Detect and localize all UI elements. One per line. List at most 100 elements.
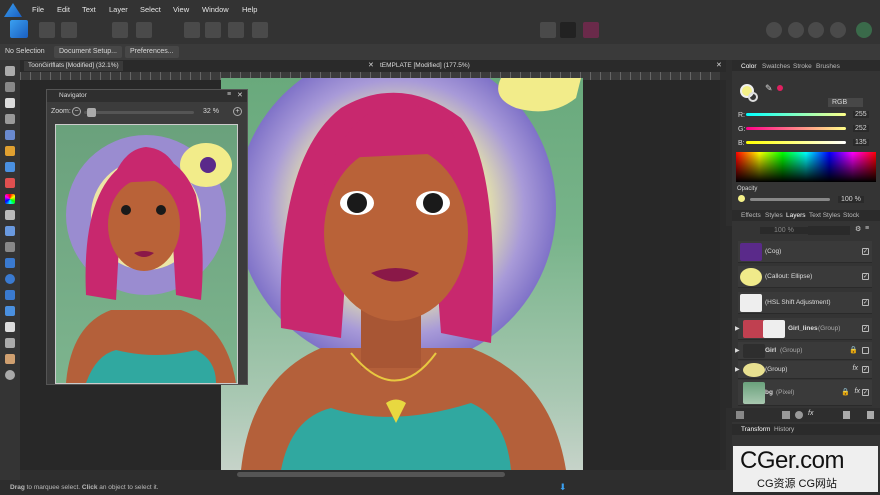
green-slider[interactable] xyxy=(746,127,846,130)
transparency-tool-icon[interactable] xyxy=(5,210,15,220)
add-layer-icon[interactable] xyxy=(843,411,850,419)
tab-text-styles[interactable]: Text Styles xyxy=(809,212,840,219)
magnet-icon[interactable] xyxy=(583,22,599,38)
blend-mode-select[interactable] xyxy=(808,226,850,235)
share-icon[interactable] xyxy=(61,22,77,38)
layer-row[interactable]: bg (Pixel) 🔒 fx ✓ xyxy=(738,380,872,406)
menu-view[interactable]: View xyxy=(173,5,189,14)
eyedropper-icon[interactable] xyxy=(5,338,15,348)
fx-icon-2[interactable]: fx xyxy=(855,388,860,395)
color-dot-icon[interactable] xyxy=(777,85,783,91)
boolean-subtract-icon[interactable] xyxy=(788,22,804,38)
navigator-preview[interactable] xyxy=(55,124,238,384)
crop-tool-icon[interactable] xyxy=(5,242,15,252)
tab-stroke[interactable]: Stroke xyxy=(793,63,812,70)
menu-window[interactable]: Window xyxy=(202,5,229,14)
artboard-tool-icon[interactable] xyxy=(5,82,15,92)
menu-edit[interactable]: Edit xyxy=(57,5,70,14)
tab-toongirlflats[interactable]: ToonGirlflats [Modified] (32.1%) xyxy=(24,61,123,71)
zoom-out-icon[interactable]: − xyxy=(72,107,81,116)
tab-layers[interactable]: Layers xyxy=(786,212,806,219)
fx-icon[interactable]: fx xyxy=(853,365,858,372)
grid-icon[interactable] xyxy=(112,22,128,38)
color-mode-select[interactable]: RGB xyxy=(828,98,864,107)
pen-tool-icon[interactable] xyxy=(5,146,15,156)
place-image-icon[interactable] xyxy=(5,226,15,236)
boolean-intersect-icon[interactable] xyxy=(808,22,824,38)
cog-tool-icon[interactable] xyxy=(5,306,15,316)
layer-stack-icon[interactable] xyxy=(736,411,744,419)
layer-row[interactable]: (Callout: Ellipse) ✓ xyxy=(738,266,872,288)
zoom-value[interactable]: 32 % xyxy=(203,108,219,115)
transform-icon[interactable] xyxy=(184,22,200,38)
layer-row[interactable]: (Cog) ✓ xyxy=(738,241,872,263)
expand-arrow-icon[interactable]: ▶ xyxy=(735,366,740,373)
artwork-document[interactable] xyxy=(221,48,583,470)
move-tool-icon[interactable] xyxy=(5,66,15,76)
pencil-tool-icon[interactable] xyxy=(5,162,15,172)
corner-tool-icon[interactable] xyxy=(5,114,15,124)
layer-menu-icon[interactable]: ≡ xyxy=(865,225,869,232)
node-tool-icon[interactable] xyxy=(5,98,15,108)
document-setup-button[interactable]: Document Setup... xyxy=(54,46,122,58)
rectangle-tool-icon[interactable] xyxy=(5,258,15,268)
boolean-add-icon[interactable] xyxy=(766,22,782,38)
menu-text[interactable]: Text xyxy=(82,5,96,14)
menu-help[interactable]: Help xyxy=(242,5,257,14)
zoom-tool-icon[interactable] xyxy=(5,370,15,380)
tab-stock[interactable]: Stock xyxy=(843,212,859,219)
tab-brushes[interactable]: Brushes xyxy=(816,63,840,70)
menu-layer[interactable]: Layer xyxy=(109,5,128,14)
expand-arrow-icon[interactable]: ▶ xyxy=(735,347,740,354)
tab-color[interactable]: Color xyxy=(741,63,757,70)
arrange-icon[interactable] xyxy=(228,22,244,38)
close-tab-icon[interactable]: ✕ xyxy=(368,61,374,69)
red-slider[interactable] xyxy=(746,113,846,116)
align-icon[interactable] xyxy=(205,22,221,38)
layer-visibility-checkbox[interactable]: ✓ xyxy=(862,366,869,373)
opacity-slider[interactable] xyxy=(750,198,830,201)
color-spectrum[interactable] xyxy=(736,152,876,182)
adjustment-icon[interactable] xyxy=(795,411,803,419)
preferences-button[interactable]: Preferences... xyxy=(125,46,179,58)
layers-scrollbar[interactable] xyxy=(726,226,732,408)
brush-tool-icon[interactable] xyxy=(5,178,15,188)
layer-row[interactable]: ▶ (Group) fx ✓ xyxy=(735,361,872,379)
layer-row[interactable]: (HSL Shift Adjustment) ✓ xyxy=(738,292,872,314)
layer-visibility-checkbox[interactable]: ✓ xyxy=(862,248,869,255)
layer-row[interactable]: ▶ Girl (Group) 🔒 xyxy=(735,342,872,360)
user-icon[interactable] xyxy=(856,22,872,38)
hand-tool-icon[interactable] xyxy=(5,354,15,364)
lock-icon-2[interactable]: 🔒 xyxy=(841,388,850,396)
menu-file[interactable]: File xyxy=(32,5,44,14)
add-icon[interactable] xyxy=(252,22,268,38)
mask-icon[interactable] xyxy=(782,411,790,419)
layer-settings-icon[interactable]: ⚙ xyxy=(855,225,861,233)
menu-select[interactable]: Select xyxy=(140,5,161,14)
blue-slider[interactable] xyxy=(746,141,846,144)
delete-layer-icon[interactable] xyxy=(867,411,874,419)
stroke-color-swatch[interactable] xyxy=(748,92,758,102)
navigator-menu-icon[interactable]: ≡ xyxy=(227,91,231,98)
snapping-icon[interactable] xyxy=(560,22,576,38)
horizontal-scrollbar[interactable] xyxy=(237,472,505,477)
layer-visibility-checkbox[interactable]: ✓ xyxy=(862,325,869,332)
eyedropper-icon-panel[interactable]: ✎ xyxy=(765,83,773,94)
zoom-slider-handle[interactable] xyxy=(87,108,96,117)
view-mode-icon[interactable] xyxy=(540,22,556,38)
tab-template[interactable]: tEMPLATE [Modified] (177.5%) xyxy=(376,61,474,71)
green-value[interactable]: 252 xyxy=(853,125,869,132)
expand-arrow-icon[interactable]: ▶ xyxy=(735,325,740,332)
ellipse-tool-icon[interactable] xyxy=(5,274,15,284)
tab-history[interactable]: History xyxy=(774,426,794,433)
tab-styles[interactable]: Styles xyxy=(765,212,783,219)
tab-effects[interactable]: Effects xyxy=(741,212,761,219)
tab-swatches[interactable]: Swatches xyxy=(762,63,790,70)
text-tool-icon[interactable] xyxy=(5,322,15,332)
point-transform-icon[interactable] xyxy=(5,130,15,140)
rounded-rect-tool-icon[interactable] xyxy=(5,290,15,300)
layer-visibility-checkbox[interactable]: ✓ xyxy=(862,273,869,280)
layer-row[interactable]: ▶ Girl_lines (Group) ✓ xyxy=(735,318,872,340)
fill-tool-icon[interactable] xyxy=(5,194,15,204)
designer-persona-icon[interactable] xyxy=(10,20,28,38)
